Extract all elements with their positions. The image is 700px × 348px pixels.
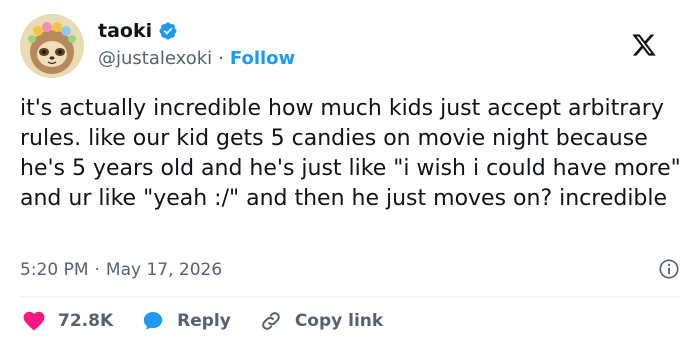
handle-row: @justalexoki · Follow [98,48,295,69]
tweet-time[interactable]: 5:20 PM [20,260,89,280]
x-logo-icon[interactable] [630,32,658,58]
reply-button[interactable]: Reply [141,309,231,333]
tweet-header: taoki @justalexoki · Follow [20,14,680,80]
action-bar: 72.8K Reply Copy link [22,308,411,334]
avatar[interactable] [20,14,84,78]
reply-label: Reply [177,311,231,331]
speech-bubble-icon [143,312,163,330]
name-row: taoki [98,20,178,42]
sloth-avatar-icon [20,14,84,78]
follow-button[interactable]: Follow [230,48,295,69]
verified-badge-icon [158,21,178,41]
separator-dot: · [218,48,224,69]
copy-link-label: Copy link [294,311,384,331]
like-count: 72.8K [58,311,114,331]
tweet-card: taoki @justalexoki · Follow it's actuall… [0,0,700,348]
separator-dot: · [94,260,100,280]
divider [20,296,680,297]
like-button[interactable]: 72.8K [22,309,113,333]
user-handle[interactable]: @justalexoki [98,48,212,69]
tweet-date[interactable]: May 17, 2026 [106,260,222,280]
copy-link-button[interactable]: Copy link [259,309,383,333]
display-name[interactable]: taoki [98,20,152,42]
tweet-text: it's actually incredible how much kids j… [20,96,681,211]
heart-icon [23,311,45,331]
tweet-meta: 5:20 PM · May 17, 2026 [20,258,680,282]
link-icon [262,312,280,330]
info-icon[interactable] [658,258,680,280]
